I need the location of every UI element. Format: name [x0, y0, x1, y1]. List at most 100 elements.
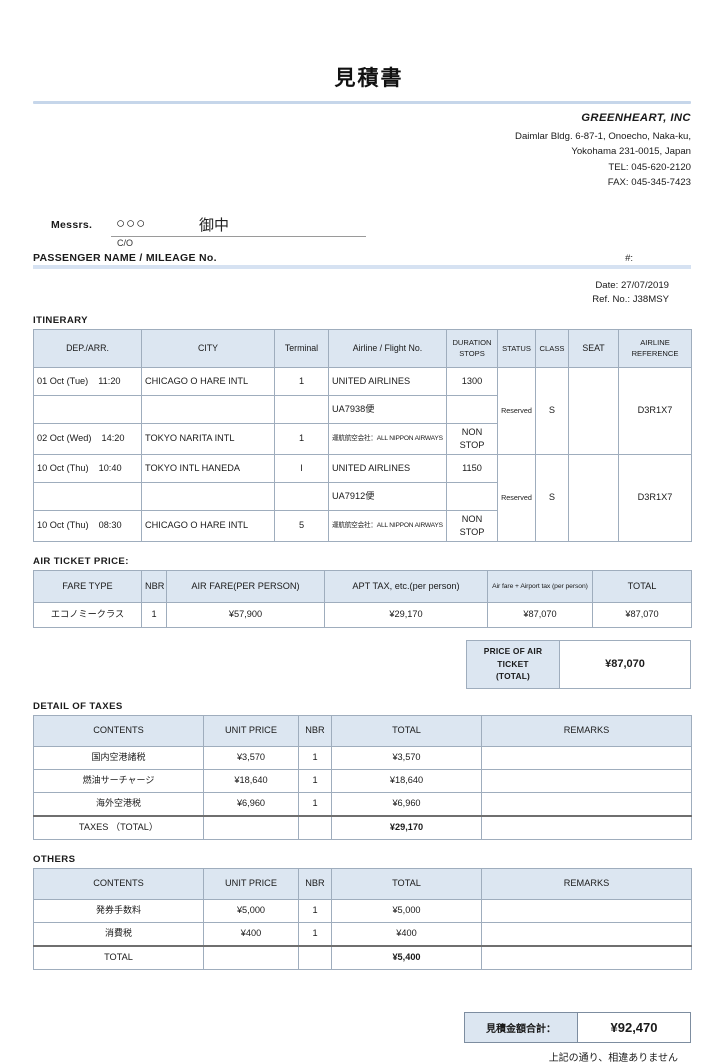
tax-total: ¥3,570 [331, 745, 482, 770]
price-of-air-ticket-table: PRICE OF AIR TICKET (TOTAL) ¥87,070 [466, 639, 691, 689]
addressee-name-field[interactable]: ○○○ [116, 215, 146, 232]
col-status: STATUS [497, 328, 536, 368]
tax-nbr: 1 [298, 791, 332, 816]
segment-status: Reserved [497, 366, 536, 455]
poat-label-line1: PRICE OF AIR [483, 646, 543, 657]
others-contents: 発券手数料 [33, 898, 204, 923]
detail-of-taxes-table: CONTENTS UNIT PRICE NBR TOTAL REMARKS 国内… [33, 714, 692, 840]
hash-number-field[interactable]: #: [625, 253, 633, 264]
document-date: Date: 27/07/2019 [595, 279, 669, 291]
others-table: CONTENTS UNIT PRICE NBR TOTAL REMARKS 発券… [33, 867, 692, 970]
price-of-air-ticket-label: PRICE OF AIR TICKET (TOTAL) [466, 639, 560, 689]
fare-nbr-value: 1 [141, 601, 167, 628]
table-row: エコノミークラス 1 ¥57,900 ¥29,170 ¥87,070 ¥87,0… [33, 601, 692, 628]
segment-arr-city: CHICAGO O HARE INTL [141, 509, 275, 542]
apt-tax-value: ¥29,170 [324, 601, 488, 628]
others-total: ¥5,000 [331, 898, 482, 923]
tax-contents: 海外空港税 [33, 791, 204, 816]
col-others-remarks: REMARKS [481, 867, 692, 900]
itinerary-table: DEP./ARR. CITY Terminal Airline / Flight… [33, 328, 692, 542]
tax-contents: 国内空港諸税 [33, 745, 204, 770]
taxes-total-label: TAXES （TOTAL） [33, 814, 204, 840]
segment-dep-city: CHICAGO O HARE INTL [141, 366, 275, 396]
col-airline-ref-line1: AIRLINE [640, 338, 670, 347]
col-tax-nbr: NBR [298, 714, 332, 747]
col-air-fare-plus-tax: Air fare + Airport tax (per person) [487, 569, 593, 603]
segment-arr-time: 14:20 [101, 433, 125, 443]
grand-total-value: ¥92,470 [577, 1011, 691, 1043]
segment-arr-terminal: 5 [274, 509, 329, 542]
segment-arr-city: TOKYO NARITA INTL [141, 422, 275, 455]
others-total-unit-price [203, 944, 299, 970]
grand-total-table: 見積金額合計： ¥92,470 [464, 1011, 691, 1043]
col-fare-type: FARE TYPE [33, 569, 142, 603]
segment-class: S [535, 366, 569, 455]
company-name: GREENHEART, INC [581, 112, 691, 124]
segment-duration: 1300 [446, 366, 498, 396]
segment-stops: NON STOP [446, 422, 498, 455]
segment-flight-no: UA7912便 [328, 481, 447, 511]
col-tax-total: TOTAL [331, 714, 482, 747]
grand-total-block: 見積金額合計： ¥92,470 [0, 1011, 691, 1043]
table-row: 01 Oct (Tue) 11:20 CHICAGO O HARE INTL 1 … [33, 366, 692, 455]
fare-total-value: ¥87,070 [592, 601, 692, 628]
segment-dep-datetime: 10 Oct (Thu) 10:40 [33, 453, 142, 483]
tax-remarks [481, 745, 692, 770]
segment-class: S [535, 453, 569, 542]
segment-duration: 1150 [446, 453, 498, 483]
col-air-fare: AIR FARE(PER PERSON) [166, 569, 325, 603]
segment-dep-city: TOKYO INTL HANEDA [141, 453, 275, 483]
segment-arr-time: 08:30 [98, 520, 122, 530]
others-total-remarks [481, 944, 692, 970]
others-nbr: 1 [298, 898, 332, 923]
segment-arr-terminal: 1 [274, 422, 329, 455]
others-unit-price: ¥400 [203, 921, 299, 946]
company-info: GREENHEART, INC Daimlar Bldg. 6-87-1, On… [0, 111, 691, 191]
segment-seat [568, 453, 619, 542]
segment-spacer-left [33, 394, 142, 424]
segment-dep-terminal: I [274, 453, 329, 483]
document-meta: Date: 27/07/2019 Ref. No.: J38MSY [0, 279, 669, 307]
document-ref-no: Ref. No.: J38MSY [592, 293, 669, 305]
messrs-label: Messrs. [51, 218, 93, 231]
tax-remarks [481, 768, 692, 793]
title-divider [33, 101, 691, 104]
segment-arr-date: 02 Oct (Wed) [37, 433, 92, 443]
table-row-total: TAXES （TOTAL） ¥29,170 [33, 814, 692, 840]
air-fare-value: ¥57,900 [166, 601, 325, 628]
col-airline-reference: AIRLINE REFERENCE [618, 328, 692, 368]
company-address-line2: Yokohama 231-0015, Japan [571, 146, 691, 157]
col-total: TOTAL [592, 569, 692, 603]
col-others-unit-price: UNIT PRICE [203, 867, 299, 900]
table-row: 国内空港諸税 ¥3,570 1 ¥3,570 [33, 745, 692, 770]
tax-nbr: 1 [298, 768, 332, 793]
col-class: CLASS [535, 328, 569, 368]
addressee-block: Messrs. ○○○ 御中 C/O PASSENGER NAME / MILE… [33, 211, 691, 264]
segment-dep-date: 01 Oct (Tue) [37, 375, 89, 386]
air-fare-plus-tax-value: ¥87,070 [487, 601, 593, 628]
segment-dep-date: 10 Oct (Thu) [37, 462, 89, 473]
segment-operated-by: 運航航空会社：ALL NIPPON AIRWAYS [328, 422, 447, 455]
addressee-underline [111, 235, 366, 237]
segment-dep-time: 10:40 [98, 462, 122, 473]
segment-spacer-city [141, 394, 275, 424]
title-row: 見積書 [0, 0, 724, 92]
segment-airline: UNITED AIRLINES [328, 366, 447, 396]
others-contents: 消費税 [33, 921, 204, 946]
col-nbr: NBR [141, 569, 167, 603]
segment-arr-datetime: 10 Oct (Thu) 08:30 [33, 509, 142, 542]
segment-status: Reserved [497, 453, 536, 542]
segment-dep-datetime: 01 Oct (Tue) 11:20 [33, 366, 142, 396]
col-duration-label: DURATION [452, 338, 492, 347]
col-seat: SEAT [568, 328, 619, 368]
table-row: 海外空港税 ¥6,960 1 ¥6,960 [33, 791, 692, 816]
fare-type-value: エコノミークラス [33, 601, 142, 628]
others-section-label: OTHERS [33, 853, 76, 865]
segment-spacer-terminal [274, 481, 329, 511]
section-divider-bar [33, 264, 691, 269]
table-row: 10 Oct (Thu) 10:40 TOKYO INTL HANEDA I UN… [33, 453, 692, 542]
taxes-total-nbr [298, 814, 332, 840]
segment-spacer-terminal [274, 394, 329, 424]
price-of-air-ticket-value: ¥87,070 [559, 639, 691, 689]
others-total: ¥400 [331, 921, 482, 946]
